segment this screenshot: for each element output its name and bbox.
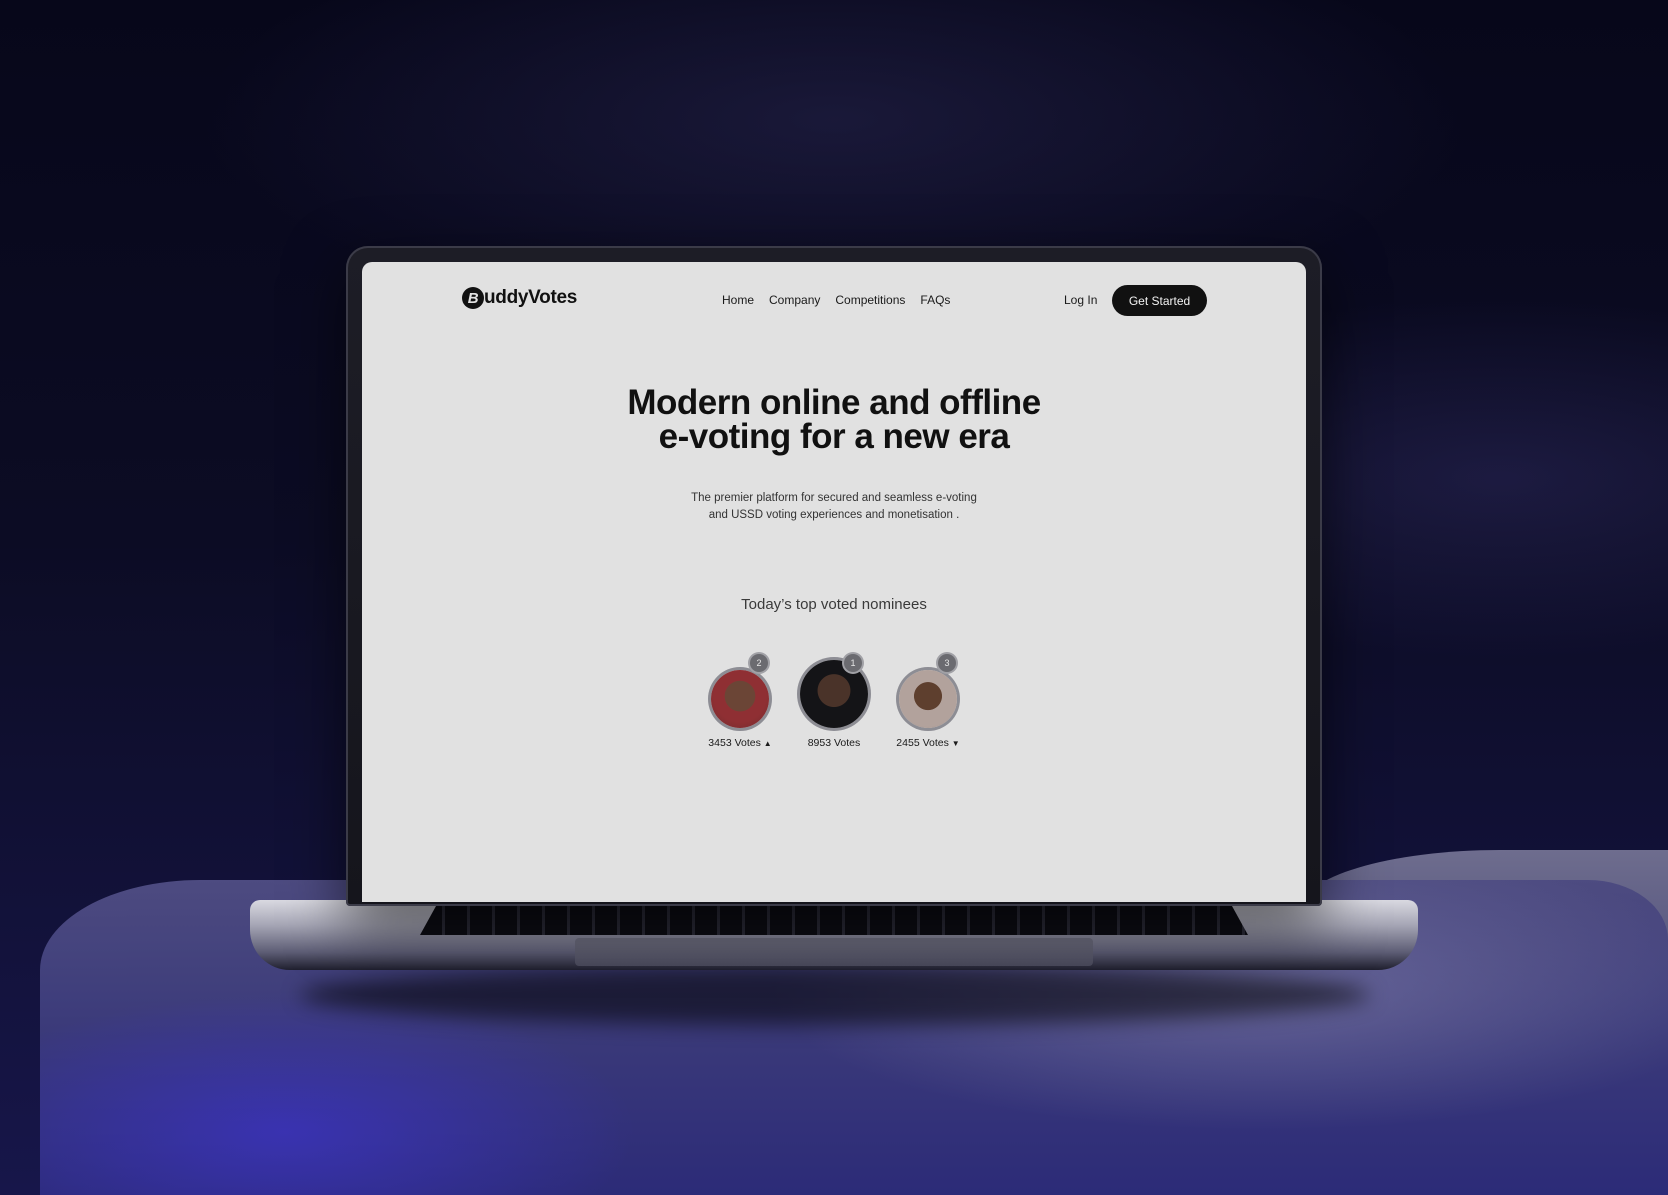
- vote-count-text: 8953 Votes: [807, 737, 861, 749]
- logo-mark-icon: B: [462, 287, 484, 309]
- nav-link-company[interactable]: Company: [769, 293, 820, 307]
- top-nominees-title: Today’s top voted nominees: [741, 596, 927, 613]
- rank-badge-icon: 2: [750, 654, 768, 672]
- get-started-button[interactable]: Get Started: [1112, 285, 1207, 316]
- nominee-card[interactable]: 1 8953 Votes: [800, 654, 868, 749]
- trend-down-icon: ▼: [951, 739, 960, 748]
- nav-links: Home Company Competitions FAQs: [722, 293, 950, 307]
- vote-count-text: 2455 Votes: [896, 737, 949, 749]
- nominee-card[interactable]: 2 3453 Votes ▲: [706, 654, 774, 749]
- vote-count: 2455 Votes ▼: [896, 737, 959, 749]
- keyboard: [420, 905, 1248, 935]
- nominees-list: 2 3453 Votes ▲ 1 8953 Votes 3 2455 Votes…: [362, 654, 1306, 749]
- hero-title: Modern online and offline e-voting for a…: [362, 383, 1306, 456]
- login-link[interactable]: Log In: [1064, 293, 1097, 307]
- navbar: B uddyVotes Home Company Competitions FA…: [362, 262, 1306, 340]
- brand-name: uddyVotes: [484, 287, 578, 308]
- avatar-wrapper: 2: [706, 654, 774, 728]
- trackpad: [575, 938, 1093, 966]
- avatar-wrapper: 1: [800, 654, 868, 728]
- scene-background: B uddyVotes Home Company Competitions FA…: [0, 0, 1668, 1195]
- laptop-screen: B uddyVotes Home Company Competitions FA…: [362, 262, 1306, 902]
- hero-title-line1: Modern online and offline: [627, 383, 1041, 422]
- nav-link-competitions[interactable]: Competitions: [835, 293, 905, 307]
- trend-up-icon: ▲: [763, 739, 772, 748]
- avatar: [899, 670, 957, 728]
- avatar: [711, 670, 769, 728]
- avatar-wrapper: 3: [894, 654, 962, 728]
- laptop-shadow: [300, 965, 1370, 1025]
- vote-count-text: 3453 Votes: [708, 737, 761, 749]
- rank-badge-icon: 3: [938, 654, 956, 672]
- vote-count: 3453 Votes ▲: [708, 737, 771, 749]
- nominee-card[interactable]: 3 2455 Votes ▼: [894, 654, 962, 749]
- hero-subtitle: The premier platform for secured and sea…: [362, 490, 1306, 524]
- rank-badge-icon: 1: [844, 654, 862, 672]
- hero-title-line2: e-voting for a new era: [658, 417, 1010, 456]
- brand-logo[interactable]: B uddyVotes: [462, 287, 577, 309]
- hero-subtitle-line2: and USSD voting experiences and monetisa…: [708, 509, 960, 521]
- nav-link-faqs[interactable]: FAQs: [920, 293, 950, 307]
- vote-count: 8953 Votes: [808, 737, 861, 749]
- hero-subtitle-line1: The premier platform for secured and sea…: [691, 492, 977, 504]
- nav-link-home[interactable]: Home: [722, 293, 754, 307]
